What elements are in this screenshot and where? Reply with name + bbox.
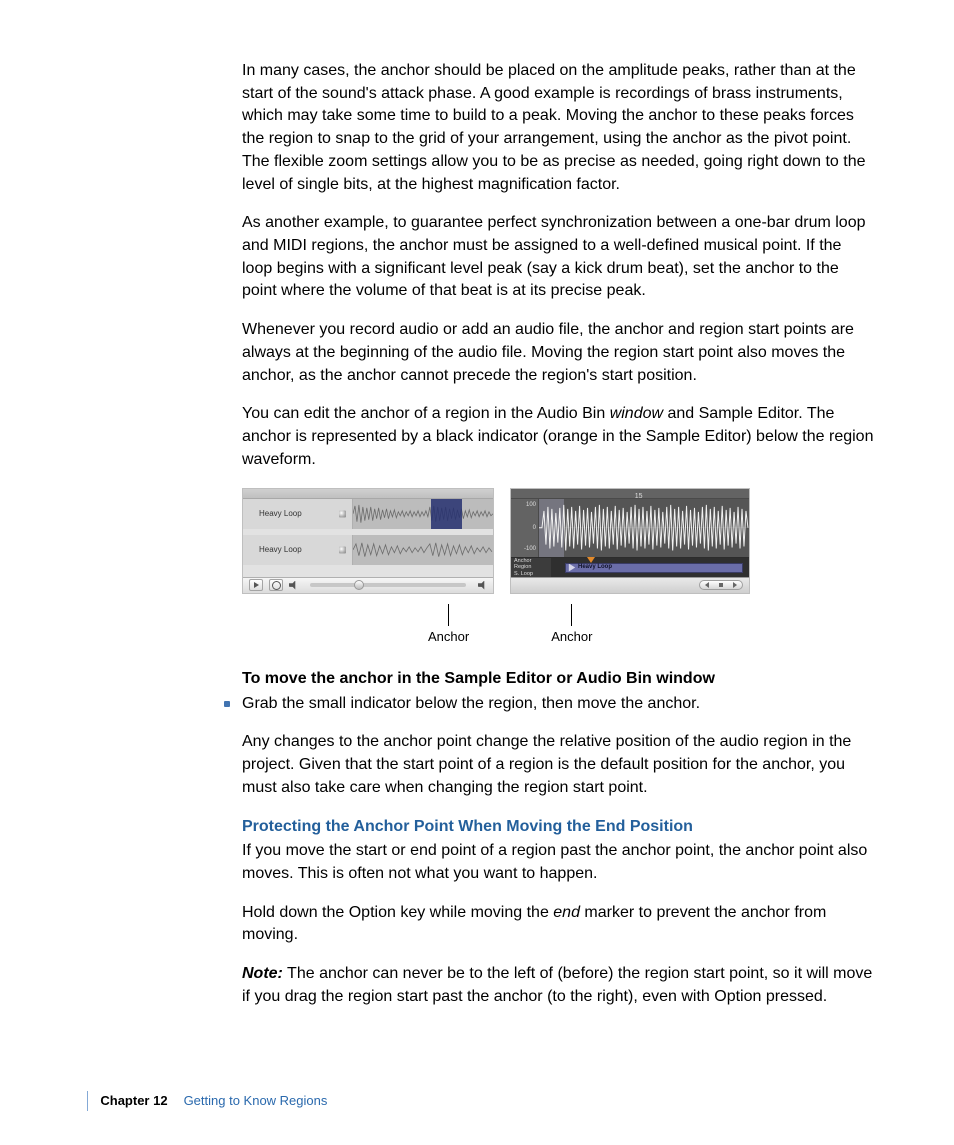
body-paragraph: Any changes to the anchor point change t…	[242, 731, 874, 799]
figure-sample-editor: 15 100 0 -100	[510, 488, 750, 594]
subheading: Protecting the Anchor Point When Moving …	[242, 816, 874, 839]
selection-highlight	[431, 499, 462, 529]
region-bar[interactable]: Heavy Loop	[565, 563, 743, 573]
time-ruler: 15	[511, 489, 749, 499]
audio-bin-track: Heavy Loop	[243, 535, 493, 565]
italic-text: window	[610, 405, 663, 422]
text: Hold down the Option key while moving th…	[242, 904, 553, 921]
note-label: Note:	[242, 965, 283, 982]
track-label: Heavy Loop	[243, 499, 353, 529]
audio-bin-toolbar	[243, 489, 493, 499]
audio-bin-track: Heavy Loop	[243, 499, 493, 529]
track-label: Heavy Loop	[243, 535, 353, 565]
body-paragraph: If you move the start or end point of a …	[242, 840, 874, 885]
speaker-icon	[289, 581, 298, 590]
body-paragraph: In many cases, the anchor should be plac…	[242, 60, 874, 196]
center-icon	[719, 583, 723, 587]
callout: Anchor	[551, 604, 592, 646]
callout-line	[448, 604, 449, 626]
page-footer: 354 Chapter 12 Getting to Know Regions	[0, 1091, 327, 1111]
callout-line	[571, 604, 572, 626]
figure-sample-editor-column: 15 100 0 -100	[510, 488, 750, 594]
body-paragraph: As another example, to guarantee perfect…	[242, 212, 874, 303]
sample-editor-bottom-bar	[511, 577, 749, 593]
loop-button[interactable]	[269, 579, 283, 591]
page: In many cases, the anchor should be plac…	[0, 0, 954, 1145]
strip-label: Region	[514, 565, 548, 571]
body-paragraph: Hold down the Option key while moving th…	[242, 902, 874, 947]
chapter-title: Getting to Know Regions	[184, 1092, 328, 1110]
chapter-number: Chapter 12	[100, 1092, 167, 1110]
italic-text: end	[553, 904, 580, 921]
step-list: Grab the small indicator below the regio…	[242, 693, 874, 716]
chevron-right-icon	[733, 582, 737, 588]
axis-label: 0	[533, 524, 536, 533]
task-heading: To move the anchor in the Sample Editor …	[242, 668, 874, 691]
figure-row: Heavy Loop Heavy Loop	[242, 488, 874, 594]
callout: Anchor	[428, 604, 469, 646]
step-item: Grab the small indicator below the regio…	[226, 693, 874, 716]
transport-bar	[243, 577, 493, 593]
note-paragraph: Note: The anchor can never be to the lef…	[242, 963, 874, 1008]
figure-audio-bin-column: Heavy Loop Heavy Loop	[242, 488, 494, 594]
amplitude-axis: 100 0 -100	[511, 499, 539, 557]
callout-label: Anchor	[428, 628, 469, 646]
text: The anchor can never be to the left of (…	[242, 965, 872, 1005]
waveform	[353, 535, 493, 565]
play-icon	[254, 582, 259, 588]
play-button[interactable]	[249, 579, 263, 591]
strip-labels: Anchor Region S. Loop	[511, 558, 551, 579]
region-strip: Anchor Region S. Loop Heavy Loop	[511, 557, 749, 579]
figure-audio-bin: Heavy Loop Heavy Loop	[242, 488, 494, 594]
nav-pill[interactable]	[699, 580, 743, 590]
axis-label: -100	[524, 545, 536, 554]
play-icon	[568, 564, 576, 572]
text: You can edit the anchor of a region in t…	[242, 405, 610, 422]
callout-row: Anchor Anchor	[242, 602, 874, 646]
speaker-icon	[478, 581, 487, 590]
waveform	[353, 499, 493, 529]
volume-slider[interactable]	[310, 583, 466, 587]
body-paragraph: Whenever you record audio or add an audi…	[242, 319, 874, 387]
callout-label: Anchor	[551, 628, 592, 646]
waveform-area: 100 0 -100	[511, 499, 749, 557]
axis-label: 100	[526, 501, 536, 510]
region-name: Heavy Loop	[578, 563, 612, 572]
body-paragraph: You can edit the anchor of a region in t…	[242, 403, 874, 471]
chevron-left-icon	[705, 582, 709, 588]
